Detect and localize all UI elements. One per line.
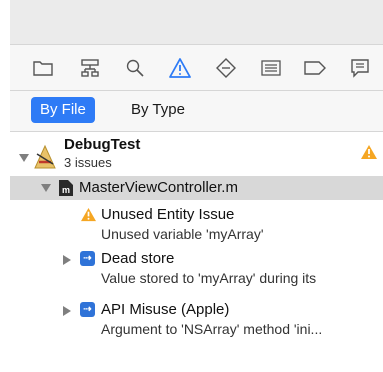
svg-text:m: m <box>62 185 70 195</box>
issue-tree: DebugTest 3 issues m MasterViewControlle… <box>10 132 383 372</box>
project-name: DebugTest <box>64 136 141 153</box>
disclosure-triangle-right-icon[interactable] <box>63 306 71 316</box>
project-icon <box>32 144 58 175</box>
warning-icon <box>80 207 97 227</box>
navigator-selector-bar <box>10 45 383 91</box>
issue-detail: Unused variable 'myArray' <box>101 226 264 242</box>
by-file-button[interactable]: By File <box>31 97 95 123</box>
list-icon[interactable] <box>258 55 284 81</box>
diamond-icon[interactable] <box>213 55 239 81</box>
issue-title: API Misuse (Apple) <box>101 301 230 318</box>
project-row[interactable]: DebugTest 3 issues <box>10 132 383 176</box>
toolbar-area <box>10 0 383 45</box>
search-icon[interactable] <box>122 55 148 81</box>
analyzer-icon: ⇢ <box>80 302 95 317</box>
warning-icon[interactable] <box>167 55 193 81</box>
warning-icon <box>360 144 378 165</box>
hierarchy-icon[interactable] <box>77 55 103 81</box>
disclosure-triangle-down-icon[interactable] <box>41 184 51 192</box>
file-name: MasterViewController.m <box>79 179 238 196</box>
issue-title: Unused Entity Issue <box>101 206 235 223</box>
disclosure-triangle-right-icon[interactable] <box>63 255 71 265</box>
analyzer-icon: ⇢ <box>80 251 95 266</box>
issue-title: Dead store <box>101 250 175 267</box>
report-icon[interactable] <box>347 55 373 81</box>
issue-filter-bar: By File By Type <box>10 91 383 132</box>
issue-item[interactable]: ⇢ Dead store Value stored to 'myArray' d… <box>10 248 383 292</box>
breakpoint-icon[interactable] <box>302 55 328 81</box>
disclosure-triangle-down-icon[interactable] <box>19 154 29 162</box>
source-file-icon: m <box>58 179 74 202</box>
issue-item[interactable]: ⇢ API Misuse (Apple) Argument to 'NSArra… <box>10 299 383 343</box>
folder-icon[interactable] <box>30 55 56 81</box>
issue-detail: Value stored to 'myArray' during its <box>101 270 317 286</box>
file-row-content[interactable]: m MasterViewController.m <box>10 176 383 200</box>
by-type-button[interactable]: By Type <box>122 97 194 123</box>
issue-count: 3 issues <box>64 155 112 170</box>
issue-detail: Argument to 'NSArray' method 'ini... <box>101 321 323 337</box>
issue-item[interactable]: Unused Entity Issue Unused variable 'myA… <box>10 204 383 244</box>
